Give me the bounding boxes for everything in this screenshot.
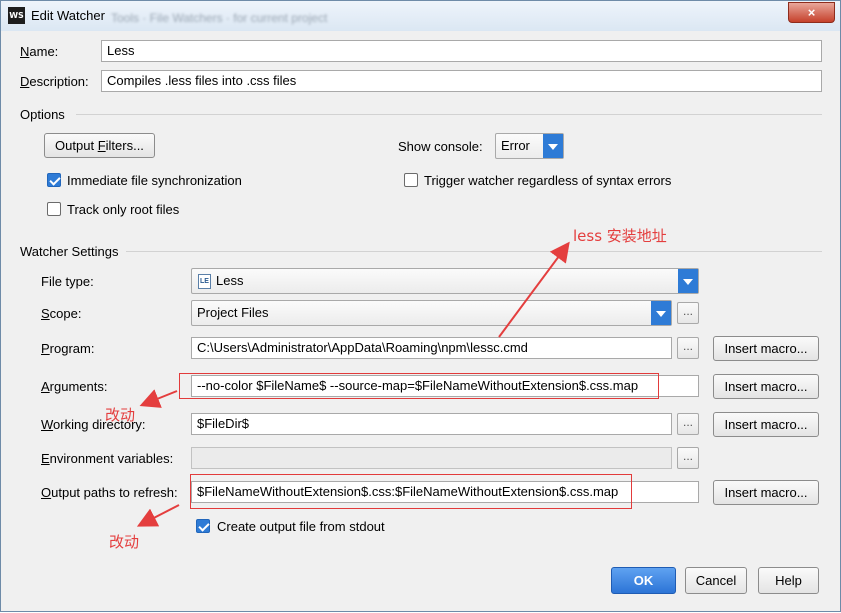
help-button[interactable]: Help — [758, 567, 819, 594]
show-console-select[interactable]: Error — [495, 133, 564, 159]
scope-label: Scope: — [41, 306, 82, 321]
immediate-sync-label[interactable]: Immediate file synchronization — [67, 173, 242, 188]
arguments-label: Arguments: — [41, 379, 108, 394]
watcher-settings-title: Watcher Settings — [20, 244, 119, 259]
watcher-separator — [126, 251, 822, 252]
create-output-checkbox[interactable] — [196, 519, 210, 533]
file-type-select[interactable]: LE Less — [191, 268, 699, 294]
trigger-watcher-checkbox[interactable] — [404, 173, 418, 187]
immediate-sync-checkbox[interactable] — [47, 173, 61, 187]
track-root-checkbox[interactable] — [47, 202, 61, 216]
less-file-icon: LE — [198, 274, 211, 289]
output-paths-highlight-box — [190, 474, 632, 509]
chevron-down-icon — [543, 134, 563, 158]
less-path-annotation: less 安装地址 — [573, 227, 667, 245]
output-paths-insert-macro-button[interactable]: Insert macro... — [713, 480, 819, 505]
program-input[interactable]: C:\Users\Administrator\AppData\Roaming\n… — [191, 337, 672, 359]
working-directory-insert-macro-button[interactable]: Insert macro... — [713, 412, 819, 437]
description-input[interactable]: Compiles .less files into .css files — [101, 70, 822, 92]
show-console-value: Error — [501, 138, 530, 153]
title-bar[interactable]: WS Edit Watcher Tools · File Watchers · … — [1, 1, 840, 31]
environment-variables-browse-button[interactable]: ... — [677, 447, 699, 469]
chevron-down-icon — [678, 269, 698, 293]
program-browse-button[interactable]: ... — [677, 337, 699, 359]
output-filters-button[interactable]: Output Filters... — [44, 133, 155, 158]
output-paths-label: Output paths to refresh: — [41, 485, 178, 500]
options-separator — [76, 114, 822, 115]
description-label: Description: — [20, 74, 89, 89]
ok-button[interactable]: OK — [611, 567, 676, 594]
options-section-title: Options — [20, 107, 65, 122]
create-output-label[interactable]: Create output file from stdout — [217, 519, 385, 534]
close-button[interactable]: × — [788, 2, 835, 23]
background-window-title: Tools · File Watchers · for current proj… — [111, 11, 328, 25]
arguments-highlight-box — [179, 373, 659, 399]
environment-variables-input[interactable] — [191, 447, 672, 469]
cancel-button[interactable]: Cancel — [685, 567, 747, 594]
dialog-title: Edit Watcher — [31, 8, 105, 23]
show-console-label: Show console: — [398, 139, 483, 154]
edit-watcher-dialog: WS Edit Watcher Tools · File Watchers · … — [0, 0, 841, 612]
changed-annotation-output: 改动 — [109, 533, 140, 551]
trigger-watcher-label[interactable]: Trigger watcher regardless of syntax err… — [424, 173, 671, 188]
environment-variables-label: Environment variables: — [41, 451, 174, 466]
program-insert-macro-button[interactable]: Insert macro... — [713, 336, 819, 361]
scope-browse-button[interactable]: ... — [677, 302, 699, 324]
file-type-label: File type: — [41, 274, 94, 289]
track-root-label[interactable]: Track only root files — [67, 202, 179, 217]
dialog-content: Name: Less Description: Compiles .less f… — [8, 32, 833, 604]
scope-value: Project Files — [197, 305, 269, 320]
file-type-value: Less — [216, 273, 244, 288]
changed-annotation-arguments: 改动 — [105, 406, 136, 424]
working-directory-browse-button[interactable]: ... — [677, 413, 699, 435]
arguments-insert-macro-button[interactable]: Insert macro... — [713, 374, 819, 399]
chevron-down-icon — [651, 301, 671, 325]
name-input[interactable]: Less — [101, 40, 822, 62]
webstorm-app-icon: WS — [8, 7, 25, 24]
working-directory-input[interactable]: $FileDir$ — [191, 413, 672, 435]
name-label: Name: — [20, 44, 59, 59]
scope-select[interactable]: Project Files — [191, 300, 672, 326]
program-label: Program: — [41, 341, 95, 356]
